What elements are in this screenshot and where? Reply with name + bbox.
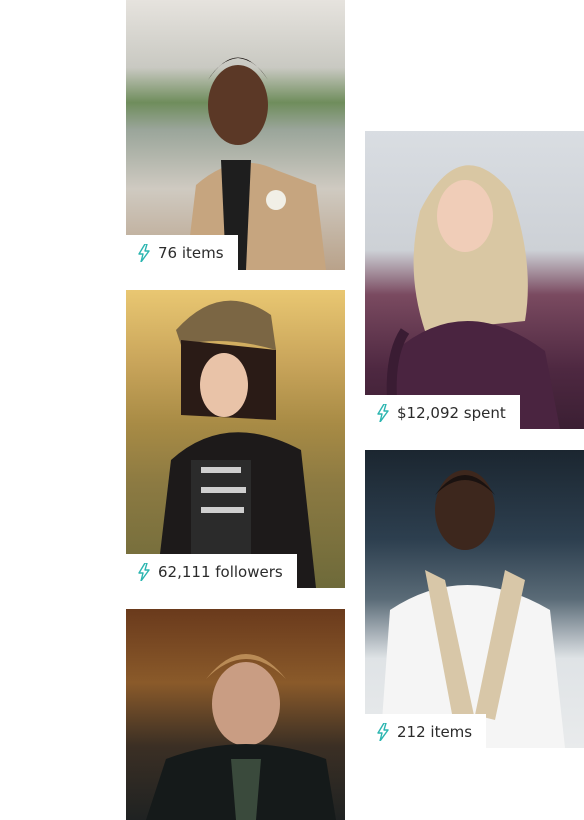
stat-badge: 76 items (126, 235, 238, 270)
profile-card[interactable]: 76 items (126, 0, 345, 270)
stat-text: 212 items (397, 723, 473, 741)
profile-card[interactable] (126, 609, 345, 820)
stat-badge: 62,111 followers (126, 554, 297, 588)
stat-text: $12,092 spent (397, 404, 506, 422)
profile-card[interactable]: 212 items (365, 450, 584, 748)
stat-badge: 212 items (365, 714, 487, 748)
profile-card[interactable]: 62,111 followers (126, 290, 345, 588)
profile-card[interactable]: $12,092 spent (365, 131, 584, 429)
stat-text: 76 items (158, 244, 224, 262)
lightning-bolt-icon (377, 404, 389, 422)
lightning-bolt-icon (138, 244, 150, 262)
stat-badge: $12,092 spent (365, 395, 520, 429)
profile-photo (365, 131, 584, 429)
lightning-bolt-icon (138, 563, 150, 581)
profile-photo (365, 450, 584, 748)
profile-photo (126, 0, 345, 270)
lightning-bolt-icon (377, 723, 389, 741)
profile-photo (126, 290, 345, 588)
profile-photo (126, 609, 345, 820)
stat-text: 62,111 followers (158, 563, 283, 581)
